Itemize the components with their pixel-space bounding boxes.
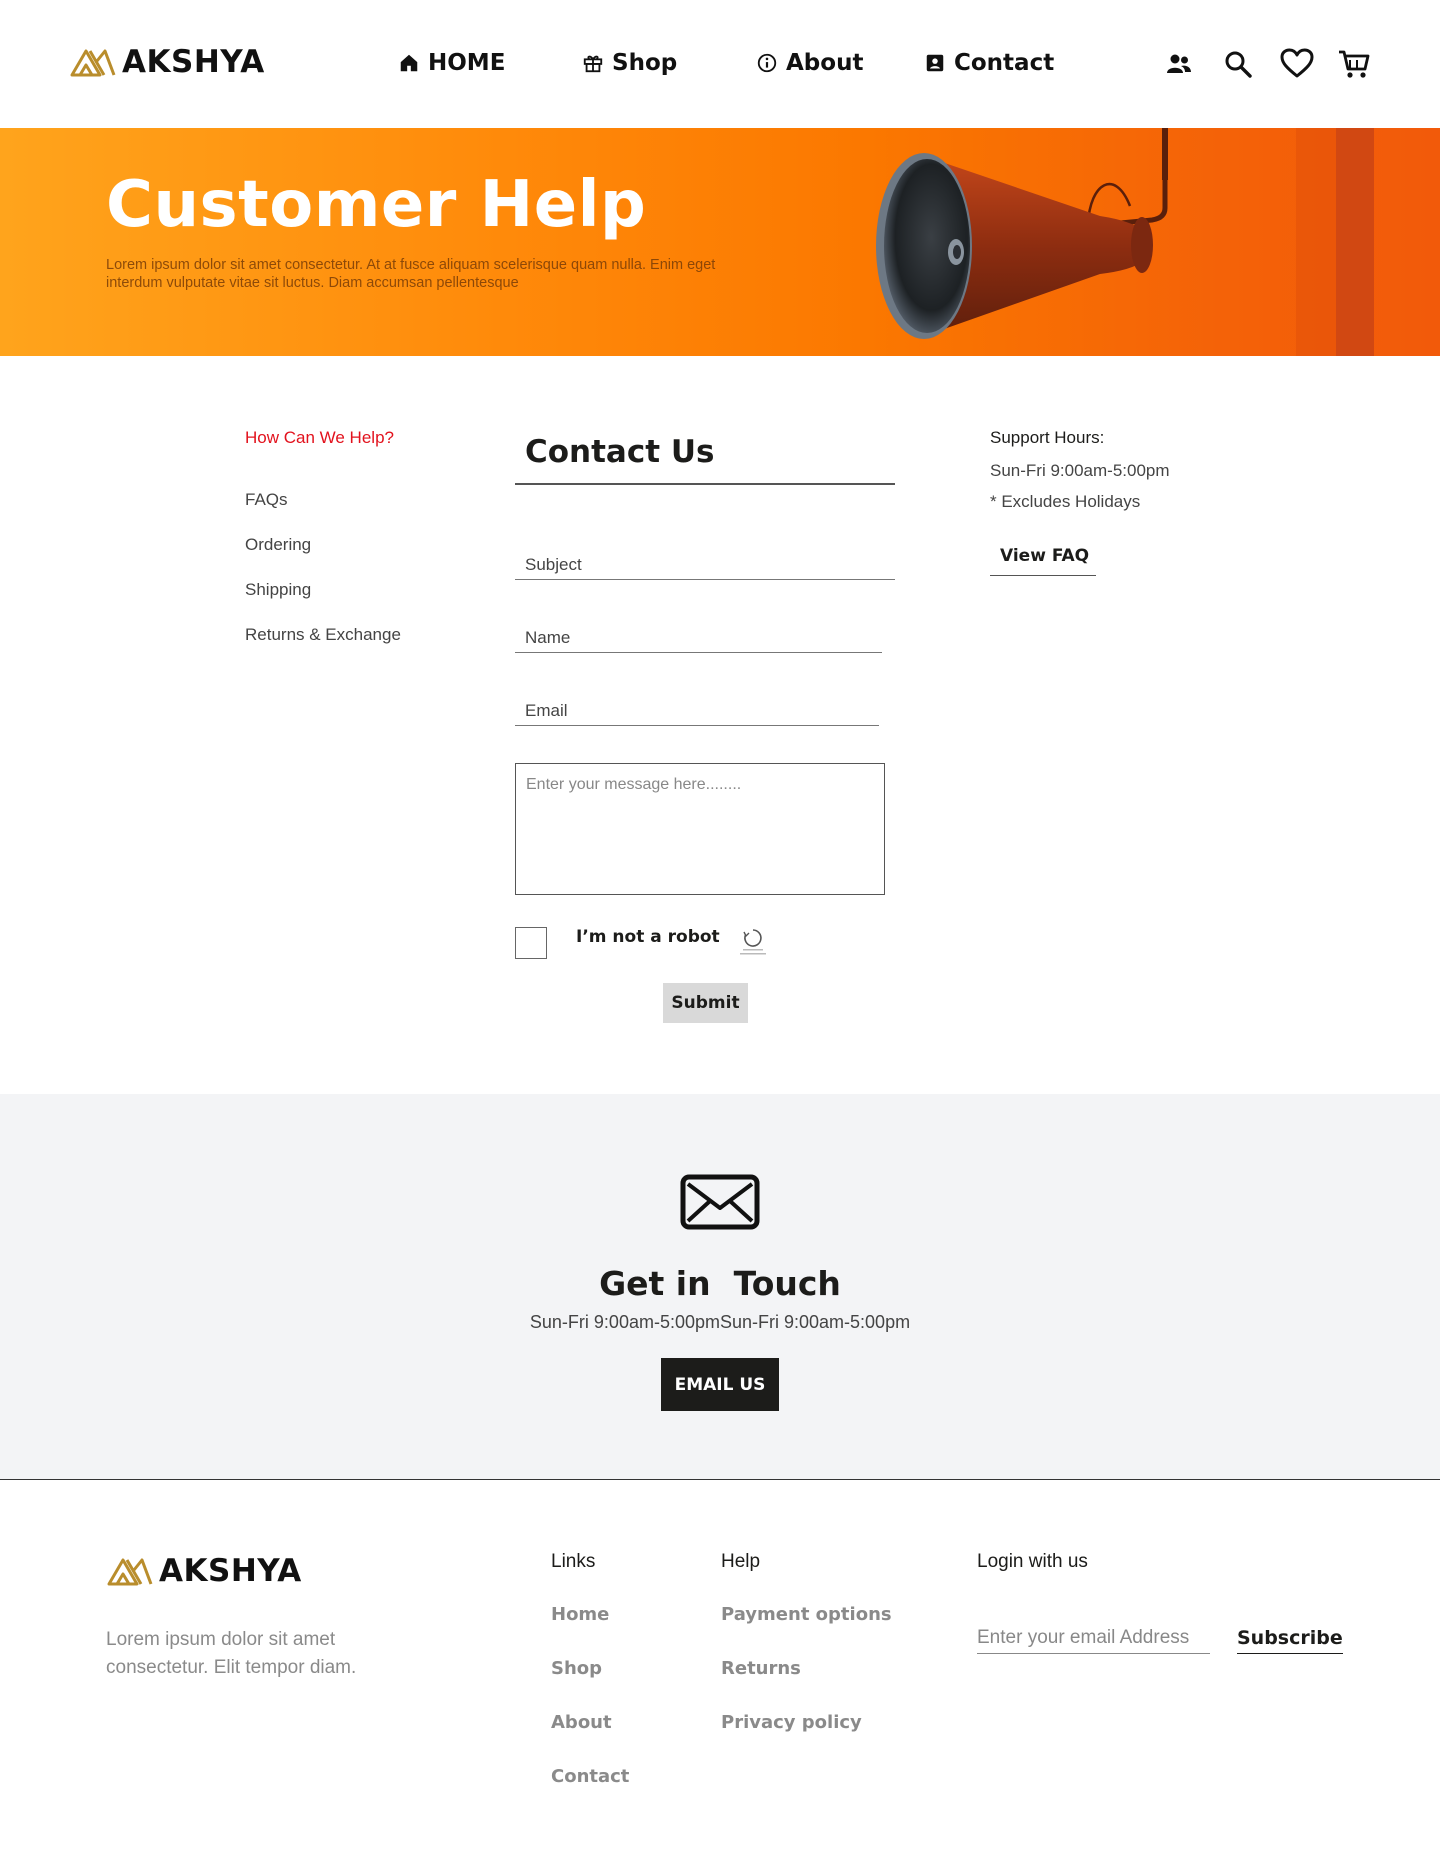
captcha-label: I’m not a robot [576, 927, 720, 947]
footer-link-returns[interactable]: Returns [721, 1658, 801, 1679]
footer-description: Lorem ipsum dolor sit amet consectetur. … [106, 1629, 357, 1678]
support-hours-text: Sun-Fri 9:00am-5:00pm [990, 461, 1170, 480]
footer-links-title: Links [551, 1551, 596, 1572]
cart-icon[interactable] [1338, 49, 1370, 79]
message-input[interactable] [516, 764, 884, 894]
recaptcha-icon [740, 929, 766, 955]
captcha-checkbox[interactable] [515, 927, 547, 959]
info-icon [757, 53, 777, 73]
subscribe-button[interactable]: Subscribe [1237, 1622, 1343, 1654]
hero-wall-strip [1296, 128, 1336, 356]
footer-brand-name: AKSHYA [159, 1553, 302, 1589]
site-header: AKSHYA HOME Shop About Contact [0, 0, 1440, 128]
message-field[interactable] [515, 763, 885, 895]
gift-icon [583, 55, 603, 73]
help-link-ordering[interactable]: Ordering [245, 535, 311, 555]
envelope-icon [680, 1174, 760, 1230]
support-title: Support Hours: [990, 428, 1105, 447]
subject-input[interactable] [515, 551, 895, 579]
support-note: * Excludes Holidays [990, 492, 1141, 511]
footer-link-contact[interactable]: Contact [551, 1766, 629, 1787]
get-in-touch-section: Get in Touch Sun-Fri 9:00am-5:00pmSun-Fr… [0, 1094, 1440, 1480]
view-faq-link[interactable]: View FAQ [990, 544, 1096, 576]
nav-contact-label: Contact [954, 50, 1055, 76]
footer-link-shop[interactable]: Shop [551, 1658, 602, 1679]
nav-home[interactable]: HOME [398, 50, 505, 76]
main-nav: HOME Shop About Contact [0, 44, 1100, 84]
hero-wall-strip [1336, 128, 1374, 356]
nav-contact[interactable]: Contact [924, 50, 1054, 76]
help-heading[interactable]: How Can We Help? [245, 428, 394, 448]
contact-title-divider [515, 483, 895, 485]
search-icon[interactable] [1224, 50, 1252, 78]
newsletter-email-input[interactable] [977, 1622, 1210, 1654]
mountain-logo-icon [107, 1558, 153, 1586]
name-field[interactable] [515, 624, 882, 653]
email-input[interactable] [515, 697, 879, 725]
subject-field[interactable] [515, 551, 895, 580]
nav-home-label: HOME [428, 50, 506, 76]
megaphone-image [876, 128, 1168, 339]
home-icon [400, 54, 418, 72]
footer-help-title: Help [721, 1551, 761, 1572]
help-link-shipping[interactable]: Shipping [245, 580, 311, 600]
hero-subtitle: Lorem ipsum dolor sit amet consectetur. … [106, 257, 716, 291]
hero-banner: Customer Help Lorem ipsum dolor sit amet… [0, 128, 1440, 356]
help-link-returns[interactable]: Returns & Exchange [245, 625, 401, 645]
hero-title: Customer Help [106, 168, 647, 242]
contact-card-icon [926, 54, 944, 72]
footer-login-title: Login with us [977, 1551, 1088, 1572]
nav-about[interactable]: About [756, 50, 863, 76]
nav-shop[interactable]: Shop [582, 50, 677, 76]
footer-link-home[interactable]: Home [551, 1604, 609, 1625]
footer-link-payment-options[interactable]: Payment options [721, 1604, 892, 1625]
contact-title: Contact Us [525, 434, 715, 470]
email-us-button[interactable]: EMAIL US [661, 1358, 779, 1411]
name-input[interactable] [515, 624, 882, 652]
help-link-faqs[interactable]: FAQs [245, 490, 288, 510]
email-field[interactable] [515, 697, 879, 726]
get-in-touch-title: Get in Touch [599, 1264, 841, 1303]
submit-button[interactable]: Submit [663, 983, 748, 1023]
nav-about-label: About [786, 50, 864, 76]
nav-shop-label: Shop [612, 50, 678, 76]
get-in-touch-hours: Sun-Fri 9:00am-5:00pmSun-Fri 9:00am-5:00… [529, 1312, 911, 1332]
footer-logo[interactable]: AKSHYA [107, 1553, 302, 1589]
footer-link-about[interactable]: About [551, 1712, 612, 1733]
footer-link-privacy-policy[interactable]: Privacy policy [721, 1712, 862, 1733]
heart-icon[interactable] [1280, 48, 1314, 78]
users-icon[interactable] [1166, 52, 1192, 76]
